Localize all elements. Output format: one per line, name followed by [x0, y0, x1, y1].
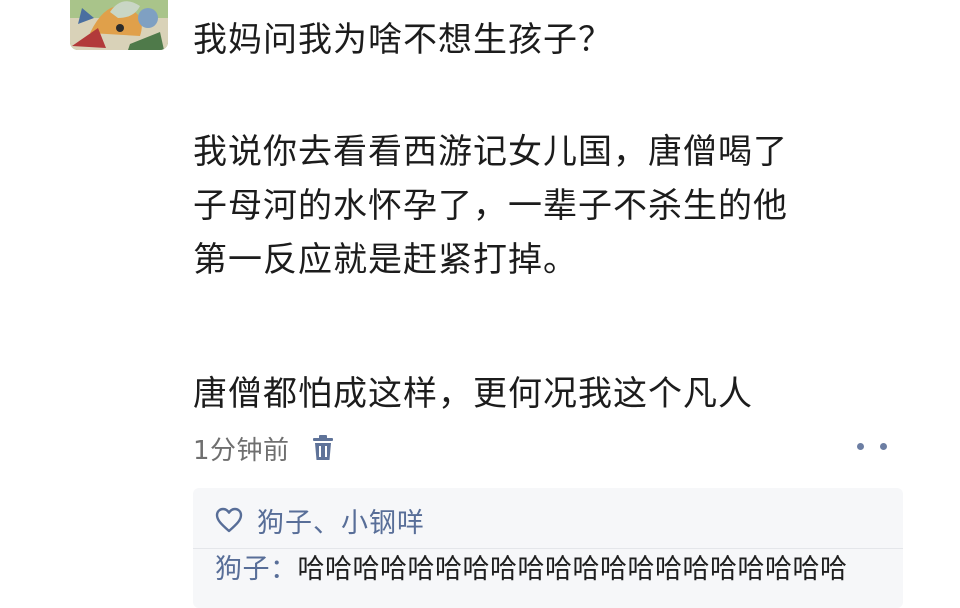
trash-icon[interactable]	[312, 435, 334, 461]
avatar-image	[70, 0, 168, 50]
likers-list[interactable]: 狗子、小钢咩	[257, 501, 425, 540]
post-text-line: 我说你去看看西游记女儿国，唐僧喝了	[193, 132, 788, 172]
comment-separator: ：	[270, 554, 298, 585]
likes-row: 狗子、小钢咩	[215, 498, 425, 542]
comment-text: 哈哈哈哈哈哈哈哈哈哈哈哈哈哈哈哈哈哈哈哈	[297, 554, 848, 585]
comment-author[interactable]: 狗子	[215, 554, 270, 585]
post-content: 我妈问我为啥不想生孩子？ 我说你去看看西游记女儿国，唐僧喝了 子母河的水怀孕了，…	[193, 0, 913, 421]
divider	[193, 548, 903, 549]
avatar[interactable]	[70, 0, 168, 50]
post-timestamp: 1分钟前	[193, 435, 290, 466]
dot	[857, 442, 864, 450]
comments-panel: 狗子、小钢咩 狗子：哈哈哈哈哈哈哈哈哈哈哈哈哈哈哈哈哈哈哈哈	[193, 488, 903, 608]
post-meta-row: 1分钟前	[193, 428, 893, 468]
post-text-line: 我妈问我为啥不想生孩子？	[193, 20, 613, 60]
comment-item[interactable]: 狗子：哈哈哈哈哈哈哈哈哈哈哈哈哈哈哈哈哈哈哈哈	[215, 550, 848, 590]
post-text-line: 唐僧都怕成这样，更何况我这个凡人	[193, 374, 753, 414]
heart-icon[interactable]	[215, 507, 243, 533]
post-text-line: 第一反应就是赶紧打掉。	[193, 240, 578, 280]
dot	[880, 442, 887, 450]
post-text-line: 子母河的水怀孕了，一辈子不杀生的他	[193, 186, 788, 226]
more-dots-icon[interactable]	[857, 434, 887, 458]
